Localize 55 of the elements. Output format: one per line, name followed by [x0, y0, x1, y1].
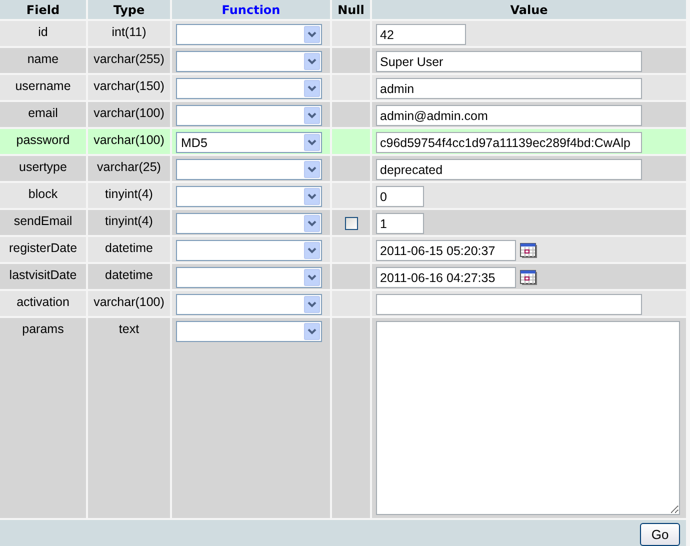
- field-name: usertype: [19, 160, 67, 174]
- column-header: Value: [510, 2, 548, 16]
- field-name: block: [28, 187, 58, 201]
- calendar-icon[interactable]: [520, 243, 537, 258]
- function-select[interactable]: [176, 159, 322, 180]
- value-field[interactable]: admin@admin.com: [376, 105, 642, 126]
- value-field[interactable]: 1: [376, 213, 424, 234]
- field-type: tinyint(4): [105, 187, 153, 201]
- value-field[interactable]: 2011-06-16 04:27:35: [376, 267, 516, 288]
- column-header: Type: [113, 2, 145, 16]
- function-select[interactable]: [176, 294, 322, 315]
- field-type: varchar(25): [97, 160, 161, 174]
- field-name: password: [16, 133, 70, 147]
- field-type: varchar(255): [94, 52, 164, 66]
- field-name: username: [15, 79, 71, 93]
- calendar-icon[interactable]: [520, 270, 537, 285]
- function-select[interactable]: [176, 24, 322, 45]
- field-name: params: [22, 322, 64, 336]
- function-select[interactable]: [176, 321, 322, 342]
- field-name: name: [27, 52, 59, 66]
- field-type: int(11): [112, 25, 146, 39]
- field-type: text: [118, 322, 140, 336]
- function-select[interactable]: MD5: [176, 132, 322, 153]
- function-select[interactable]: [176, 78, 322, 99]
- field-name: activation: [16, 295, 70, 309]
- field-name: lastvisitDate: [9, 268, 77, 282]
- go-button[interactable]: Go: [640, 523, 680, 546]
- field-name: sendEmail: [14, 214, 72, 228]
- field-type: varchar(100): [94, 133, 164, 147]
- null-checkbox[interactable]: [344, 217, 358, 230]
- field-type: varchar(150): [94, 79, 164, 93]
- value-field[interactable]: 0: [376, 186, 424, 207]
- value-field[interactable]: admin: [376, 78, 642, 99]
- field-name: id: [38, 25, 48, 39]
- function-select[interactable]: [176, 240, 322, 261]
- field-type: varchar(100): [94, 295, 164, 309]
- value-field[interactable]: c96d59754f4cc1d97a11139ec289f4bd:CwAlp: [376, 132, 642, 153]
- function-select[interactable]: [176, 267, 322, 288]
- function-select[interactable]: [176, 51, 322, 72]
- field-type: datetime: [105, 241, 153, 255]
- value-field[interactable]: deprecated: [376, 159, 642, 180]
- field-type: varchar(100): [94, 106, 164, 120]
- column-header: Field: [26, 2, 60, 16]
- function-select[interactable]: [176, 105, 322, 126]
- column-header: Null: [338, 2, 364, 16]
- field-name: email: [28, 106, 58, 120]
- value-field[interactable]: Super User: [376, 51, 642, 72]
- function-select[interactable]: [176, 213, 322, 234]
- field-type: datetime: [105, 268, 153, 282]
- value-field[interactable]: [376, 294, 642, 315]
- value-field[interactable]: 42: [376, 24, 466, 45]
- value-field[interactable]: 2011-06-15 05:20:37: [376, 240, 516, 261]
- function-select[interactable]: [176, 186, 322, 207]
- field-type: tinyint(4): [105, 214, 153, 228]
- field-name: registerDate: [8, 241, 78, 255]
